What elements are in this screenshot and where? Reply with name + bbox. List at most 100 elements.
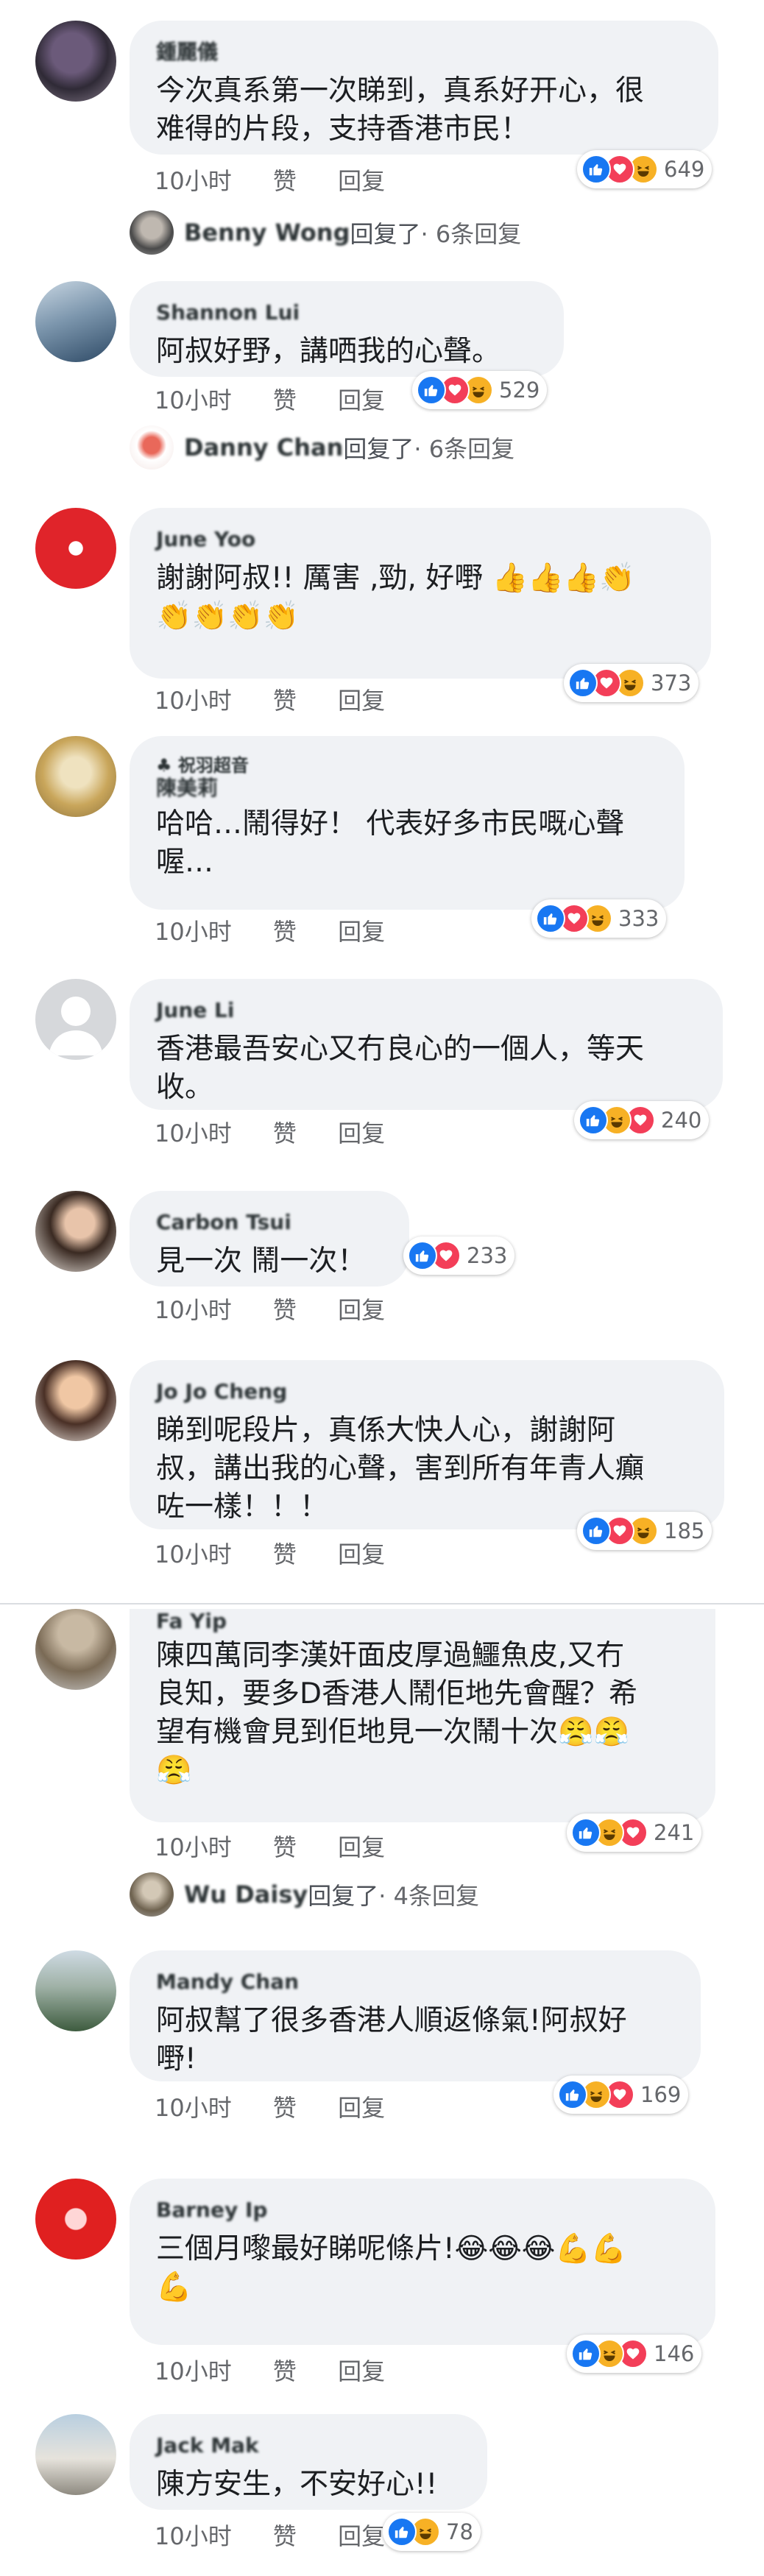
comment-time[interactable]: 10小时 [155,2357,232,2385]
like-link[interactable]: 赞 [273,2094,297,2122]
comment-time[interactable]: 10小时 [155,1296,232,1324]
avatar[interactable] [35,1950,116,2031]
comment-author[interactable]: Barney Ip [156,2198,689,2223]
like-link[interactable]: 赞 [273,1833,297,1861]
avatar[interactable] [35,281,116,362]
like-link[interactable]: 赞 [273,167,297,195]
reaction-summary[interactable]: 333 [531,899,667,938]
comment-bubble: June Li 香港最吾安心又冇良心的一個人，等天 收。 [130,979,723,1110]
reply-author[interactable]: Wu Daisy [184,1880,308,1908]
like-link[interactable]: 赞 [273,386,297,414]
comment-author[interactable]: June Yoo [156,527,685,552]
avatar[interactable] [35,979,116,1060]
reaction-count: 185 [664,1518,705,1543]
comment-text: 今次真系第一次睇到，真系好开心，很 难得的片段，支持香港市民！ [156,74,645,146]
comment-bubble: Shannon Lui 阿叔好野，講哂我的心聲。 [130,281,564,377]
reaction-summary[interactable]: 169 [553,2076,689,2114]
avatar[interactable] [35,736,116,817]
comment-time[interactable]: 10小时 [155,1540,232,1568]
reaction-summary[interactable]: 373 [564,664,699,702]
comment-author[interactable]: Mandy Chan [156,1970,674,1995]
reply-link[interactable]: 回复 [338,1296,385,1324]
comment-time[interactable]: 10小时 [155,2522,232,2550]
avatar[interactable] [35,1360,116,1441]
avatar[interactable] [35,508,116,589]
reply-author[interactable]: Benny Wong [184,219,350,247]
comment-author[interactable]: 陳美莉 [156,776,658,801]
reply-count[interactable]: · 6条回复 [421,216,522,250]
comment-text: 哈哈…鬧得好！ 代表好多市民嘅心聲 喔… [156,807,625,879]
comment-text: 阿叔好野，講哂我的心聲。 [156,335,501,368]
reply-link[interactable]: 回复 [338,2522,385,2550]
comment-group-label: ♣ 祝羽超音 [156,755,249,776]
reply-summary[interactable]: Wu Daisy 回复了 · 4条回复 [130,1872,479,1917]
like-link[interactable]: 赞 [273,1296,297,1324]
reply-link[interactable]: 回复 [338,1540,385,1568]
reaction-summary[interactable]: 240 [574,1101,710,1139]
comment-time[interactable]: 10小时 [155,386,232,414]
reply-link[interactable]: 回复 [338,918,385,946]
reaction-summary[interactable]: 185 [577,1512,712,1550]
comment-text: 見一次 鬧一次！ [156,1245,367,1278]
like-link[interactable]: 赞 [273,2522,297,2550]
like-link[interactable]: 赞 [273,2357,297,2385]
reply-count[interactable]: · 4条回复 [378,1878,479,1911]
reaction-summary[interactable]: 146 [567,2335,702,2373]
reply-count[interactable]: · 6条回复 [414,431,514,464]
comment-time[interactable]: 10小时 [155,1833,232,1861]
reaction-count: 333 [618,906,659,931]
comment-author[interactable]: Fa Yip [156,1609,689,1634]
like-reaction-icon [571,2339,601,2368]
reply-author[interactable]: Danny Chan [184,434,343,461]
like-link[interactable]: 赞 [273,687,297,715]
comment-meta: 10小时 赞 回复 [155,1119,419,1148]
reply-summary[interactable]: Danny Chan 回复了 · 6条回复 [130,425,514,470]
reply-link[interactable]: 回复 [338,2094,385,2122]
reply-link[interactable]: 回复 [338,687,385,715]
reaction-summary[interactable]: 78 [383,2513,481,2551]
reply-link[interactable]: 回复 [338,1833,385,1861]
reply-link[interactable]: 回复 [338,1119,385,1147]
reaction-summary[interactable]: 233 [403,1236,515,1275]
comment-time[interactable]: 10小时 [155,2094,232,2122]
like-reaction-icon [536,904,565,933]
comment-time[interactable]: 10小时 [155,167,232,195]
comment-author[interactable]: Carbon Tsui [156,1210,383,1235]
reply-avatar [130,425,174,470]
comment-author[interactable]: Shannon Lui [156,300,537,325]
reply-action: 回复了 [308,1882,379,1910]
comment-time[interactable]: 10小时 [155,918,232,946]
avatar[interactable] [35,2179,116,2260]
reaction-summary[interactable]: 649 [577,150,712,188]
reply-link[interactable]: 回复 [338,167,385,195]
comment-meta: 10小时 赞 回复 [155,386,419,415]
avatar[interactable] [35,21,116,102]
reaction-summary[interactable]: 529 [412,371,548,409]
comment-time[interactable]: 10小时 [155,687,232,715]
reaction-summary[interactable]: 241 [567,1814,702,1852]
comment-author[interactable]: Jo Jo Cheng [156,1379,698,1404]
comment-bubble: Mandy Chan 阿叔幫了很多香港人順返條氣!阿叔好 嘢! [130,1950,701,2081]
like-link[interactable]: 赞 [273,1119,297,1147]
comment-author[interactable]: Jack Mak [156,2433,461,2458]
section-divider [0,1603,764,1604]
comment-meta: 10小时 赞 回复 [155,1540,419,1569]
comment-text: 阿叔幫了很多香港人順返條氣!阿叔好 嘢! [156,2004,627,2076]
like-reaction-icon [581,1516,611,1546]
reply-link[interactable]: 回复 [338,2357,385,2385]
avatar[interactable] [35,1191,116,1272]
comment-text: 謝謝阿叔!! 厲害 ,勁, 好嘢 👍👍👍👏 👏👏👏👏 [156,562,635,633]
comment-author[interactable]: June Li [156,998,696,1023]
reaction-count: 529 [499,378,540,403]
comment-time[interactable]: 10小时 [155,1119,232,1147]
comment-text: 香港最吾安心又冇良心的一個人，等天 收。 [156,1033,645,1104]
reply-summary[interactable]: Benny Wong 回复了 · 6条回复 [130,210,521,255]
avatar[interactable] [35,2414,116,2495]
comment-text: 陳四萬同李漢奸面皮厚過鱷魚皮,又冇 良知，要多D香港人鬧佢地先會醒？希 望有機會… [156,1639,638,1787]
avatar[interactable] [35,1609,116,1690]
reply-link[interactable]: 回复 [338,386,385,414]
comment-author[interactable]: 鍾麗儀 [156,40,692,65]
comment-meta: 10小时 赞 回复 [155,2093,419,2123]
like-link[interactable]: 赞 [273,918,297,946]
like-link[interactable]: 赞 [273,1540,297,1568]
